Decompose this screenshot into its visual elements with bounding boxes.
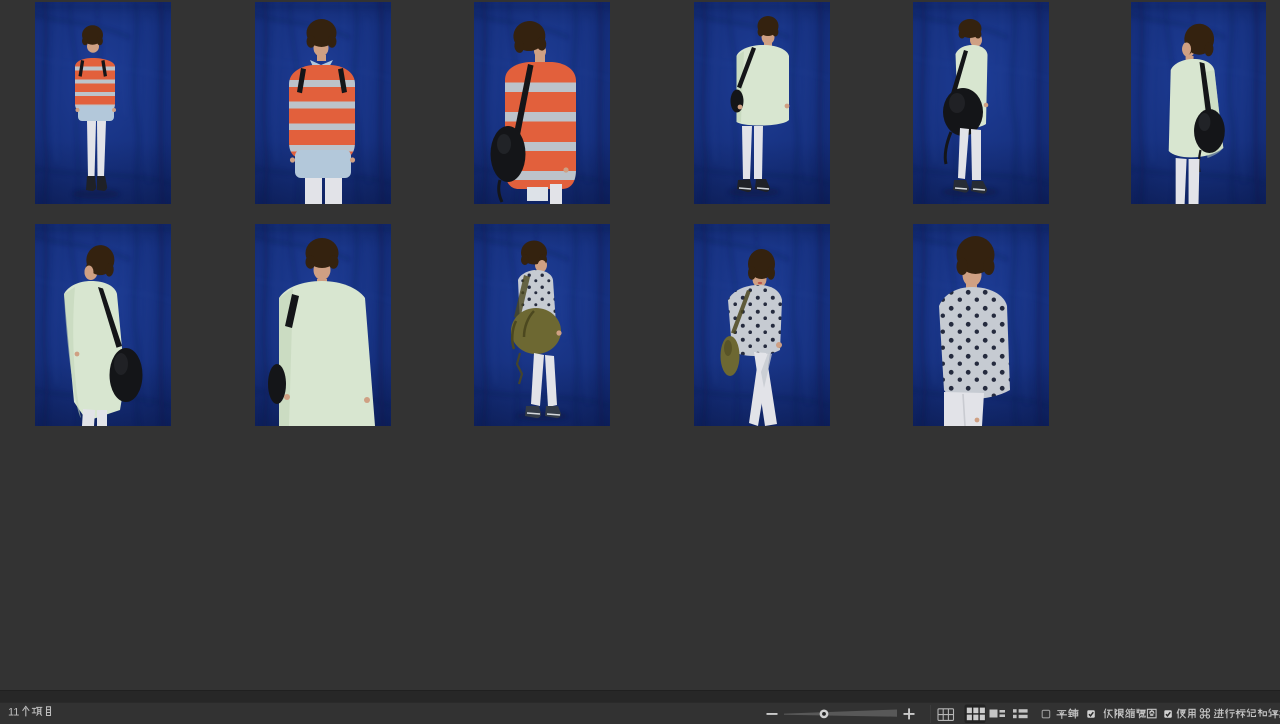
svg-text:11: 11 [8, 707, 19, 719]
